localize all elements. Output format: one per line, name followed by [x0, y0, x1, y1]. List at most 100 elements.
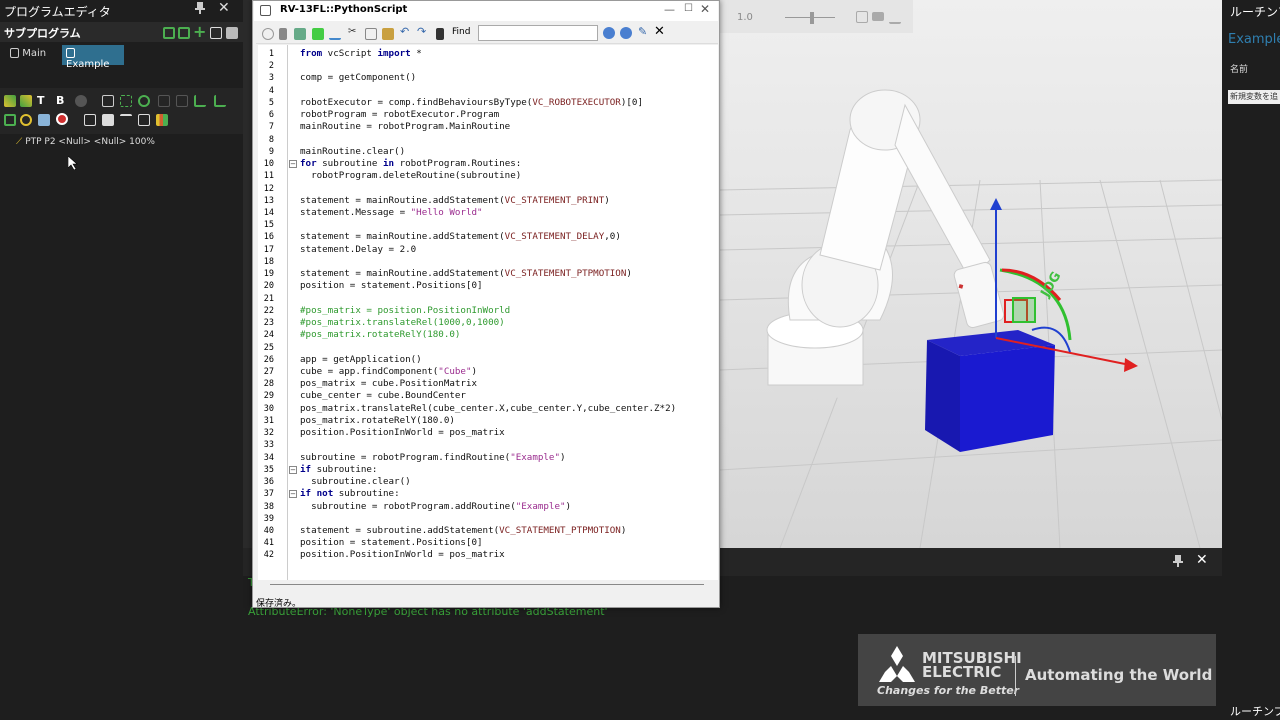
- line-number: 2: [268, 61, 274, 71]
- add-variable-button[interactable]: 新規変数を追: [1228, 90, 1280, 104]
- delete-icon[interactable]: [226, 27, 238, 39]
- undo-icon[interactable]: ↶: [400, 25, 409, 38]
- maximize-icon[interactable]: ☐: [684, 3, 693, 14]
- line-number: 41: [263, 538, 274, 548]
- branch-icon[interactable]: [194, 95, 206, 107]
- line-number: 6: [268, 110, 274, 120]
- code-line: cube = app.findComponent("Cube"): [300, 366, 478, 377]
- tool-icon[interactable]: T: [37, 94, 45, 107]
- line-number: 3: [268, 73, 274, 83]
- fold-toggle-icon[interactable]: −: [289, 490, 297, 498]
- find-next-icon[interactable]: [603, 27, 615, 39]
- copy-icon[interactable]: [210, 27, 222, 39]
- line-number: 36: [263, 477, 274, 487]
- redo-icon[interactable]: ↷: [417, 25, 426, 38]
- highlight-icon[interactable]: ✎: [638, 25, 647, 38]
- mouse-cursor-icon: [67, 155, 78, 174]
- statement-label: PTP P2 <Null> <Null> 100%: [25, 137, 155, 147]
- script-icon[interactable]: [84, 114, 96, 126]
- window-icon: [260, 5, 271, 16]
- jog-label: JOG: [1038, 269, 1065, 300]
- code-line: #pos_matrix.translateRel(1000,0,1000): [300, 317, 505, 328]
- document-icon: [10, 48, 19, 58]
- line-number: 9: [268, 147, 274, 157]
- code-line: statement = mainRoutine.addStatement(VC_…: [300, 268, 632, 279]
- clear-find-icon[interactable]: ✕: [654, 24, 665, 39]
- pdf-icon[interactable]: [856, 11, 868, 23]
- edit-file-icon[interactable]: [178, 27, 190, 39]
- grid-icon[interactable]: [120, 95, 132, 107]
- signal-icon[interactable]: [120, 114, 132, 126]
- close-icon[interactable]: ✕: [218, 0, 230, 16]
- return-icon[interactable]: [4, 114, 16, 126]
- find-label: Find: [452, 27, 471, 37]
- line-number: 37: [263, 489, 274, 499]
- compile-icon[interactable]: [312, 28, 324, 40]
- code-line: subroutine.clear(): [300, 476, 411, 487]
- comment-icon[interactable]: [102, 95, 114, 107]
- chart-icon[interactable]: [156, 114, 168, 126]
- copy-icon[interactable]: [365, 28, 377, 40]
- code-line: statement = mainRoutine.addStatement(VC_…: [300, 231, 621, 242]
- line-number: 29: [263, 391, 274, 401]
- add-icon[interactable]: +: [193, 22, 206, 41]
- record-icon[interactable]: [75, 95, 87, 107]
- disabled-icon-2: [176, 95, 188, 107]
- code-line: mainRoutine.clear(): [300, 146, 406, 157]
- branch-icon-2[interactable]: [214, 95, 226, 107]
- find-icon[interactable]: [436, 28, 444, 40]
- zoom-slider-thumb[interactable]: [810, 12, 814, 24]
- line-number: 32: [263, 428, 274, 438]
- code-line: if subroutine:: [300, 464, 378, 475]
- ptp-motion-icon: ⟋: [16, 137, 23, 147]
- run-icon[interactable]: [294, 28, 306, 40]
- brand-line-2: ELECTRIC: [922, 663, 1002, 681]
- find-previous-icon[interactable]: [620, 27, 632, 39]
- minimize-icon[interactable]: —: [664, 3, 675, 16]
- horizontal-scrollbar[interactable]: [270, 584, 704, 585]
- code-line: robotExecutor = comp.findBehavioursByTyp…: [300, 97, 643, 108]
- 3d-viewport[interactable]: ◆ JOG: [720, 0, 1222, 548]
- disabled-icon: [158, 95, 170, 107]
- statement-ptp[interactable]: ⟋ PTP P2 <Null> <Null> 100%: [16, 137, 155, 147]
- pin-icon[interactable]: [1173, 555, 1183, 570]
- line-number: 20: [263, 281, 274, 291]
- ptp-motion-icon[interactable]: [4, 95, 16, 107]
- new-file-icon[interactable]: [163, 27, 175, 39]
- code-line: statement = subroutine.addStatement(VC_S…: [300, 525, 627, 536]
- find-input[interactable]: [478, 25, 598, 41]
- line-number: 24: [263, 330, 274, 340]
- refresh-icon[interactable]: [262, 28, 274, 40]
- cut-icon[interactable]: ✂: [348, 26, 356, 37]
- tab-main[interactable]: Main: [4, 45, 52, 65]
- loop-icon[interactable]: [138, 95, 150, 107]
- fold-toggle-icon[interactable]: −: [289, 466, 297, 474]
- base-icon[interactable]: B: [56, 94, 64, 107]
- stop-icon[interactable]: [56, 113, 68, 125]
- close-icon[interactable]: ✕: [700, 2, 710, 16]
- code-line: robotProgram = robotExecutor.Program: [300, 109, 500, 120]
- routine-properties-panel: [1222, 0, 1280, 720]
- lin-motion-icon[interactable]: [20, 95, 32, 107]
- fold-toggle-icon[interactable]: −: [289, 160, 297, 168]
- code-line: position = statement.Positions[0]: [300, 537, 483, 548]
- camera-icon[interactable]: [872, 12, 884, 21]
- filter-icon[interactable]: [889, 12, 901, 24]
- print-icon[interactable]: [102, 114, 114, 126]
- tools-icon[interactable]: [279, 28, 287, 40]
- logo-divider: [1015, 656, 1016, 696]
- import-icon[interactable]: [329, 28, 341, 40]
- close-icon[interactable]: ✕: [1196, 552, 1208, 568]
- line-number: 1: [268, 49, 274, 59]
- line-number: 23: [263, 318, 274, 328]
- tab-example-label: Example: [66, 59, 110, 70]
- process-icon[interactable]: [138, 114, 150, 126]
- refresh-icon[interactable]: [20, 114, 32, 126]
- wait-icon[interactable]: [38, 114, 50, 126]
- paste-icon[interactable]: [382, 28, 394, 40]
- pin-icon[interactable]: [195, 2, 205, 17]
- line-number: 38: [263, 502, 274, 512]
- zoom-value: 1.0: [737, 12, 753, 23]
- line-number: 10: [263, 159, 274, 169]
- tab-example[interactable]: Example: [62, 45, 124, 70]
